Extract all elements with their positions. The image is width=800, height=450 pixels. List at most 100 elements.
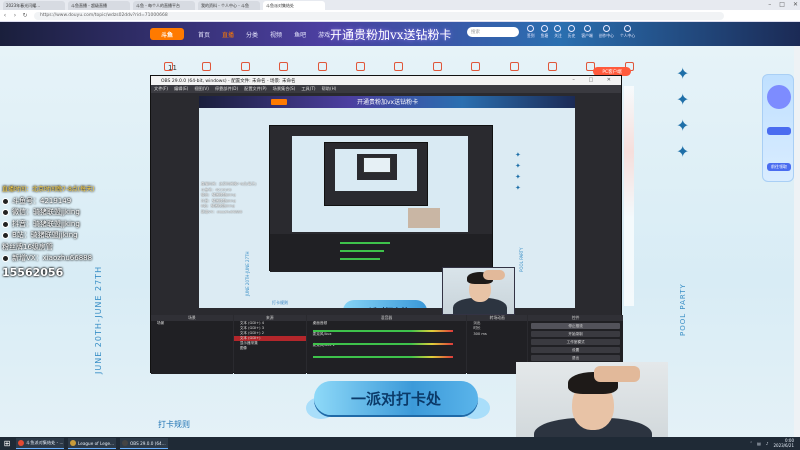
profile-button[interactable]: 个人中心 [620,25,635,39]
douyu-logo[interactable]: 斗鱼 [150,28,184,40]
menu-view[interactable]: 视图(V) [194,86,209,92]
browser-tab[interactable]: 2023年春光闪耀… [3,1,65,10]
reward-badge-icon [767,85,791,109]
checkin-icon [527,25,535,32]
menu-tools[interactable]: 工具(T) [301,86,315,92]
gift-icon[interactable] [279,62,289,71]
taskbar: ⊞ 斗鱼派对集结处 - ... League of Lege... OBS 29… [0,437,800,450]
follow-button[interactable]: 关注 [554,25,562,39]
forward-icon[interactable]: › [10,12,20,19]
menu-edit[interactable]: 编辑(E) [174,86,188,92]
gift-icon[interactable] [548,62,558,71]
browser-tab[interactable]: 我的资料 - 个人中心 - 斗鱼 [198,1,260,10]
menu-file[interactable]: 文件(F) [154,86,168,92]
nav-item[interactable]: 首页 [198,30,210,39]
menu-scene-collection[interactable]: 场景集合(S) [273,86,296,92]
gift-icon[interactable] [356,62,366,71]
nav-item[interactable]: 游戏 [318,30,330,39]
browser-tab-active[interactable]: 斗鱼派对集结处 [263,1,325,10]
page-decoration [624,86,634,306]
reload-icon[interactable]: ↻ [20,12,30,19]
nested-obs-window-3 [357,154,397,180]
gift-icon[interactable] [240,62,250,71]
reward-button[interactable] [767,127,791,135]
menu-profile[interactable]: 配置文件(P) [244,86,267,92]
header-banner-text: 开通贵粉加vx送钻粉卡 [330,28,452,42]
obs-title-bar: OBS 29.0.0 (64-bit, windows) - 配置文件: 未命名… [151,76,621,85]
volume-meter [312,330,453,332]
big-number: 15562056 [2,265,64,279]
volume-icon[interactable]: ♪ [766,441,769,446]
douyin-line: 抖音：骑猪联盟jjking [2,219,118,231]
claim-button[interactable]: 前往领取 [767,163,791,171]
search-input[interactable]: 搜索 [467,27,519,37]
taskbar-app-obs[interactable]: OBS 29.0.0 (64... [120,438,168,449]
exit-button[interactable]: 退出 [531,355,620,361]
browser-tab[interactable]: 斗鱼直播 - 超级直播 [68,1,130,10]
site-header: 斗鱼 首页 直播 分类 视频 鱼吧 游戏 开通贵粉加vx送钻粉卡 搜索 签到 鱼… [0,22,800,46]
obs-preview[interactable]: 开通贵粉加vx送钻粉卡 直播时间：北京时间晚7-8点(每天) 斗鱼号：42191… [199,96,575,308]
mixer-dock: 混音器 桌面音频 麦克风/Aux 麦克风/Aux 2 [306,315,467,374]
nested-obs-window-2 [324,142,428,206]
gift-icon[interactable] [509,62,519,71]
scene-item[interactable]: 场景 [151,321,233,326]
source-item[interactable]: 图像 [234,346,306,351]
nav-item-active[interactable]: 直播 [222,30,234,39]
side-reward-panel[interactable]: 前往领取 [762,74,794,182]
wechat-icon [2,209,9,217]
taskbar-app-lol[interactable]: League of Lege... [68,438,116,449]
gift-icon[interactable] [317,62,327,71]
wechat-line: 微信：骑猪联盟jjking [2,207,118,219]
page-scrollbar[interactable] [794,46,800,437]
transition-duration-field[interactable]: 300 ms [467,331,527,336]
network-icon[interactable]: ▤ [757,441,761,446]
preview-logo [271,99,287,105]
download-icon [583,25,591,32]
minimize-icon[interactable]: – [768,1,771,8]
controls-dock-title: 控件 [528,315,623,321]
sources-dock: 来源 文本 (GDI+) 4 文本 (GDI+) 3 文本 (GDI+) 2 文… [233,315,306,374]
gift-icon[interactable] [432,62,442,71]
gift-icon[interactable] [202,62,212,71]
wechat-icon [2,255,9,263]
gift-icon[interactable] [394,62,404,71]
menu-docks[interactable]: 停靠部件(D) [215,86,238,92]
volume-meter [312,356,453,358]
scenes-dock: 场景 场景 [151,315,233,374]
nav-item[interactable]: 分类 [246,30,258,39]
settings-button[interactable]: 设置 [531,347,620,353]
maximize-icon[interactable]: □ [779,1,785,8]
star-icon: ✦ [676,116,690,135]
douyin-icon [2,220,9,228]
windows-start-icon[interactable]: ⊞ [2,439,12,449]
checkin-button[interactable]: 签到 [527,25,535,39]
preview-stars: ✦ ✦ ✦ ✦ [515,152,521,192]
preview-streamer-info: 直播时间：北京时间晚7-8点(每天) 斗鱼号：4219149 微信：骑猪联盟jj… [201,182,257,214]
clock[interactable]: 0:00 2023/6/21 [773,438,794,448]
client-button[interactable]: 客户端 [581,25,593,39]
menu-help[interactable]: 帮助(H) [322,86,337,92]
close-icon[interactable]: ✕ [793,1,798,8]
obs-menu-bar: 文件(F) 编辑(E) 视图(V) 停靠部件(D) 配置文件(P) 场景集合(S… [151,85,621,93]
gift-icon[interactable] [471,62,481,71]
creator-button[interactable]: 创作中心 [599,25,614,39]
url-field[interactable]: https://www.douyu.com/topic/wdzs02ddv?ri… [34,11,724,20]
fan-badge-line: 粉丝牌16级房管 [2,242,53,251]
taskbar-app-browser[interactable]: 斗鱼派对集结处 - ... [16,438,64,449]
studio-mode-button[interactable]: 工作室模式 [531,339,620,345]
stream-time-line: 直播时间：北京时间晚7-8点(每天) [2,186,95,193]
tray-chevron-icon[interactable]: ˄ [750,441,752,446]
clock-icon [568,25,576,32]
nav-item[interactable]: 视频 [270,30,282,39]
stop-streaming-button[interactable]: 停止推流 [531,323,620,329]
nested-obs-window: 一派对打卡处 [269,125,493,272]
fishpond-button[interactable]: 鱼塘 [541,25,548,39]
history-button[interactable]: 历史 [568,25,576,39]
back-icon[interactable]: ‹ [0,12,10,19]
obs-window-controls[interactable]: – □ ✕ [572,77,617,83]
new-wechat-line: 新增VX：xiaozhu66888 [2,253,118,265]
address-bar: ‹ › ↻ https://www.douyu.com/topic/wdzs02… [0,10,800,22]
browser-tab[interactable]: 斗鱼 - 每个人的直播平台 [133,1,195,10]
nav-item[interactable]: 鱼吧 [294,30,306,39]
start-recording-button[interactable]: 开始录制 [531,331,620,337]
